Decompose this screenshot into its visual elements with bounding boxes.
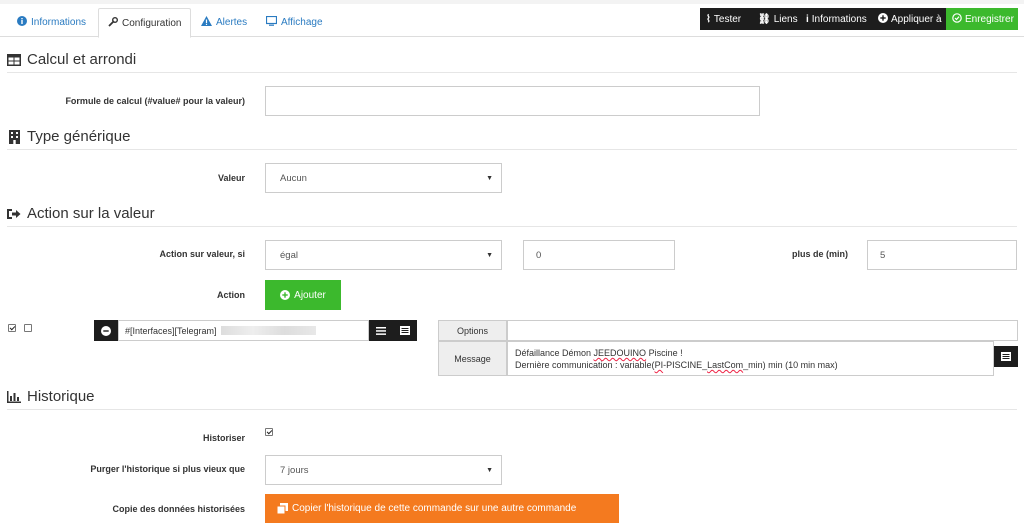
rss-icon: ⌇: [706, 13, 711, 25]
message-text: PI: [654, 360, 664, 370]
enregistrer-label: Enregistrer: [965, 13, 1014, 25]
ajouter-button[interactable]: Ajouter: [265, 280, 341, 310]
link-icon: ⛓: [758, 13, 771, 25]
list-alt-icon: [1001, 352, 1011, 361]
tab-affichage-label: Affichage: [281, 17, 323, 28]
sign-out-icon: [7, 208, 21, 220]
section-action-title: Action sur la valeur: [7, 205, 155, 222]
options-input[interactable]: [507, 320, 1018, 341]
desktop-icon: [265, 15, 278, 29]
list-alt-icon: [400, 326, 410, 335]
tab-informations-label: Informations: [31, 17, 87, 28]
tab-informations[interactable]: Informations: [8, 8, 95, 37]
copie-label: Copie des données historisées: [112, 504, 245, 514]
tab-affichage[interactable]: Affichage: [257, 8, 332, 37]
tab-alertes[interactable]: Alertes: [192, 8, 256, 37]
liens-button[interactable]: ⛓ Liens: [752, 8, 800, 30]
message-text: _min) min (10 min max): [743, 360, 838, 370]
valeur-select[interactable]: Aucun ▼: [265, 163, 502, 193]
appliquer-button[interactable]: Appliquer à: [872, 8, 946, 30]
remove-action-button[interactable]: [94, 320, 118, 341]
message-text: JEEDOUINO: [593, 348, 647, 358]
formule-label: Formule de calcul (#value# pour la valeu…: [65, 96, 245, 106]
command-input[interactable]: #[Interfaces][Telegram]: [118, 320, 369, 341]
message-list-button[interactable]: [994, 346, 1018, 367]
table-icon: [7, 53, 21, 66]
command-input-value: #[Interfaces][Telegram]: [125, 325, 217, 336]
copier-historique-button[interactable]: Copier l'historique de cette commande su…: [265, 494, 619, 523]
section-calcul-title: Calcul et arrondi: [7, 51, 136, 68]
copier-historique-label: Copier l'historique de cette commande su…: [292, 503, 577, 514]
blurred-text: [220, 326, 316, 335]
list-action-button[interactable]: [393, 320, 417, 341]
divider: [7, 409, 1017, 410]
purger-label: Purger l'historique si plus vieux que: [90, 464, 245, 474]
message-text: LastCom: [707, 360, 744, 370]
tester-label: Tester: [713, 13, 742, 25]
section-calcul-label: Calcul et arrondi: [27, 51, 137, 68]
clone-icon: [277, 503, 288, 514]
message-text: -PISCINE_: [663, 360, 708, 370]
action-si-label: Action sur valeur, si: [159, 249, 245, 259]
appliquer-label: Appliquer à: [891, 13, 942, 25]
plus-de-label: plus de (min): [792, 249, 848, 259]
async-checkbox[interactable]: [24, 324, 32, 332]
plus-circle-icon: [878, 12, 888, 26]
message-line-1: Défaillance Démon JEEDOUINO Piscine !: [515, 347, 986, 359]
tab-configuration[interactable]: Configuration: [98, 8, 192, 38]
historiser-checkbox[interactable]: [265, 428, 273, 436]
message-input[interactable]: Défaillance Démon JEEDOUINO Piscine ! De…: [507, 341, 994, 376]
purger-select[interactable]: 7 jours ▼: [265, 455, 502, 485]
message-text: Défaillance Démon: [515, 348, 594, 358]
divider: [7, 226, 1017, 227]
informations-label: Informations: [811, 13, 867, 25]
message-text: Piscine !: [646, 348, 683, 358]
formule-input[interactable]: [265, 86, 760, 116]
section-generique-title: Type générique: [7, 128, 130, 145]
list-cmd-button[interactable]: [369, 320, 393, 341]
check-circle-icon: [952, 12, 962, 26]
section-generique-label: Type générique: [27, 128, 131, 145]
tab-alertes-label: Alertes: [216, 17, 248, 28]
operator-select[interactable]: égal ▼: [265, 240, 502, 270]
bar-chart-icon: [7, 390, 21, 403]
liens-label: Liens: [773, 13, 798, 25]
tab-configuration-label: Configuration: [122, 17, 182, 29]
list-icon: [376, 326, 386, 335]
message-label: Message: [438, 341, 507, 376]
ajouter-label: Ajouter: [294, 289, 326, 301]
message-line-2: Dernière communication : variable(PI-PIS…: [515, 359, 986, 371]
caret-down-icon: ▼: [486, 252, 493, 259]
section-historique-label: Historique: [27, 388, 95, 405]
informations-button[interactable]: i Informations: [800, 8, 872, 30]
wrench-icon: [108, 16, 118, 30]
compare-value-input[interactable]: 0: [523, 240, 675, 270]
options-label: Options: [438, 320, 507, 341]
plus-circle-icon: [280, 290, 291, 300]
purger-select-value: 7 jours: [280, 464, 309, 476]
enregistrer-button[interactable]: Enregistrer: [946, 8, 1018, 30]
action-label: Action: [217, 290, 245, 300]
valeur-label: Valeur: [217, 173, 245, 183]
operator-select-value: égal: [280, 249, 298, 261]
minus-circle-icon: [101, 325, 111, 336]
message-text: Dernière communication : variable(: [515, 360, 655, 370]
historiser-label: Historiser: [202, 433, 245, 443]
info-circle-icon: [17, 16, 27, 29]
divider: [7, 72, 1017, 73]
warning-icon: [201, 16, 212, 29]
building-icon: [7, 129, 21, 144]
section-historique-title: Historique: [7, 388, 95, 405]
caret-down-icon: ▼: [486, 175, 493, 182]
valeur-select-value: Aucun: [280, 172, 307, 184]
plus-de-input[interactable]: 5: [867, 240, 1017, 270]
caret-down-icon: ▼: [486, 467, 493, 474]
divider: [7, 149, 1017, 150]
enable-checkbox[interactable]: [8, 324, 16, 332]
info-icon: i: [806, 13, 809, 25]
section-action-label: Action sur la valeur: [27, 205, 155, 222]
tester-button[interactable]: ⌇ Tester: [700, 8, 752, 30]
